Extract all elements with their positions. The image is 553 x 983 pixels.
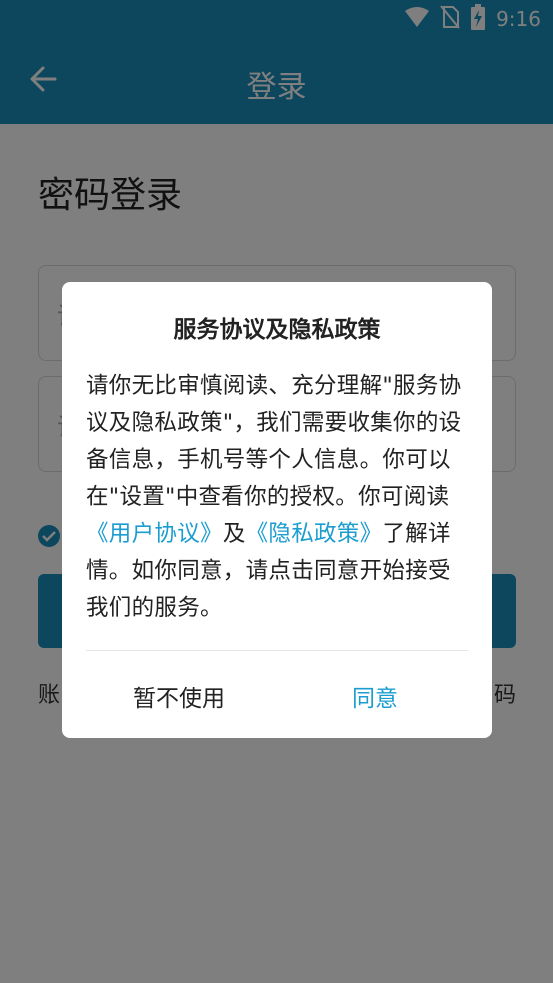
agree-button[interactable]: 同意 [288, 666, 462, 726]
decline-button[interactable]: 暂不使用 [92, 666, 266, 726]
user-agreement-link[interactable]: 《用户协议》 [86, 521, 223, 547]
dialog-divider [86, 650, 468, 651]
dialog-title: 服务协议及隐私政策 [173, 317, 381, 343]
privacy-policy-link[interactable]: 《隐私政策》 [246, 521, 383, 547]
dialog-body-text: 请你无比审慎阅读、充分理解"服务协议及隐私政策"，我们需要收集你的设备信息，手机… [86, 373, 462, 510]
dialog-body-and: 及 [222, 521, 246, 547]
privacy-dialog: 服务协议及隐私政策 请你无比审慎阅读、充分理解"服务协议及隐私政策"，我们需要收… [62, 282, 492, 738]
dialog-body: 请你无比审慎阅读、充分理解"服务协议及隐私政策"，我们需要收集你的设备信息，手机… [86, 368, 470, 627]
